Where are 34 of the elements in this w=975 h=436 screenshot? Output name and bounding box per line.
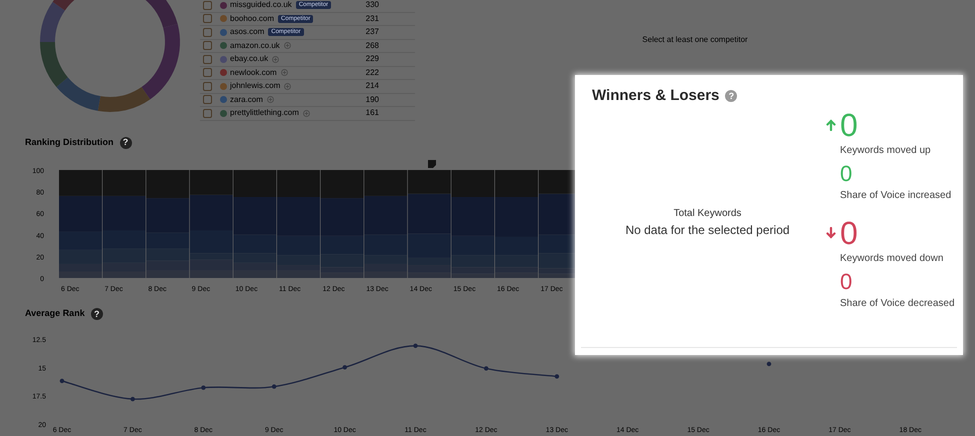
section-title: Average Rank bbox=[25, 307, 85, 320]
domain-name: johnlewis.com bbox=[230, 80, 280, 92]
stat-label: Keywords moved down bbox=[840, 252, 944, 264]
empty-message: Select at least one competitor bbox=[642, 34, 748, 44]
stat-value: 0 bbox=[840, 216, 858, 250]
domain-name: asos.com bbox=[230, 26, 264, 38]
count: 237 bbox=[366, 26, 379, 38]
stat-label: Share of Voice decreased bbox=[840, 296, 955, 310]
stat-value: 0 bbox=[840, 268, 852, 294]
domain-name: zara.com bbox=[230, 94, 263, 106]
count: 268 bbox=[366, 40, 379, 52]
help-button[interactable]: ? bbox=[90, 308, 103, 320]
domain-name: prettylittlething.com bbox=[230, 107, 299, 120]
count: 222 bbox=[366, 66, 379, 79]
domain-name: missguided.co.uk bbox=[230, 0, 292, 12]
stat-label: Share of Voice increased bbox=[840, 188, 952, 202]
count: 229 bbox=[366, 53, 379, 66]
card-title: Winners & Losers bbox=[592, 86, 720, 106]
stat-label: Keywords moved up bbox=[840, 144, 932, 156]
count: 161 bbox=[366, 107, 379, 120]
domain-name: boohoo.com bbox=[230, 12, 274, 25]
stat-value: 0 bbox=[840, 160, 852, 186]
total-keywords-label: Total Keywords bbox=[674, 206, 742, 221]
count: 330 bbox=[366, 0, 379, 12]
section-title: Ranking Distribution bbox=[25, 136, 114, 149]
stat-value: 0 bbox=[840, 108, 858, 142]
domain-name: amazon.co.uk bbox=[230, 40, 280, 52]
domain-name: newlook.com bbox=[230, 66, 277, 79]
domain-name: ebay.co.uk bbox=[230, 53, 268, 66]
no-data-message: No data for the selected period bbox=[625, 222, 790, 239]
count: 190 bbox=[366, 94, 379, 106]
count: 214 bbox=[366, 80, 379, 92]
help-button[interactable]: ? bbox=[120, 136, 132, 148]
count: 231 bbox=[366, 12, 379, 25]
